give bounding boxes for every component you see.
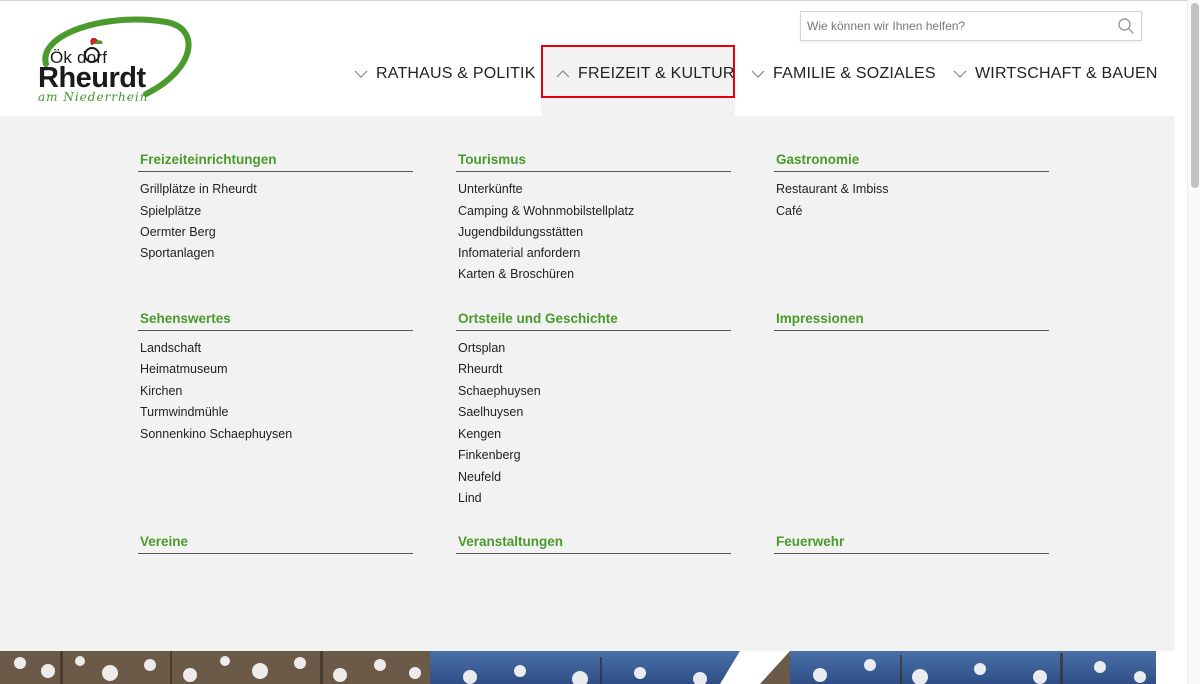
search-input[interactable] <box>801 12 1101 40</box>
section-heading-gastronomie[interactable]: Gastronomie <box>776 152 859 167</box>
logo-script-text: am Niederrhein <box>38 90 149 104</box>
site-logo[interactable]: Ök dorf Rheurdt am Niederrhein <box>36 14 196 106</box>
menu-link[interactable]: Oermter Berg <box>140 225 216 239</box>
menu-link[interactable]: Spielplätze <box>140 204 201 218</box>
section-heading-feuerwehr[interactable]: Feuerwehr <box>776 534 844 549</box>
menu-link[interactable]: Restaurant & Imbiss <box>776 182 889 196</box>
menu-link[interactable]: Infomaterial anfordern <box>458 246 580 260</box>
nav-item-rathaus-politik[interactable]: RATHAUS & POLITIK <box>354 60 536 88</box>
logo-big-text: Rheurdt <box>38 62 146 94</box>
menu-link[interactable]: Kengen <box>458 427 501 441</box>
menu-link[interactable]: Karten & Broschüren <box>458 267 574 281</box>
section-heading-freizeiteinrichtungen[interactable]: Freizeiteinrichtungen <box>140 152 277 167</box>
menu-link[interactable]: Lind <box>458 491 482 505</box>
nav-active-highlight <box>541 45 735 98</box>
menu-link[interactable]: Kirchen <box>140 384 182 398</box>
search-box <box>800 11 1142 41</box>
nav-item-label: FAMILIE & SOZIALES <box>773 65 936 82</box>
nav-item-familie-soziales[interactable]: FAMILIE & SOZIALES <box>751 60 936 88</box>
section-heading-veranstaltungen[interactable]: Veranstaltungen <box>458 534 563 549</box>
menu-link[interactable]: Rheurdt <box>458 362 502 376</box>
hero-image <box>0 651 1156 684</box>
menu-link[interactable]: Landschaft <box>140 341 201 355</box>
scrollbar-thumb[interactable] <box>1191 3 1199 188</box>
section-divider <box>456 330 731 331</box>
section-divider <box>138 171 413 172</box>
menu-link[interactable]: Saelhuysen <box>458 405 523 419</box>
chevron-down-icon <box>751 70 765 78</box>
section-divider <box>138 553 413 554</box>
chevron-down-icon <box>354 70 368 78</box>
section-heading-ortsteile-geschichte[interactable]: Ortsteile und Geschichte <box>458 311 618 326</box>
menu-link[interactable]: Sonnenkino Schaephuysen <box>140 427 292 441</box>
section-divider <box>774 171 1049 172</box>
section-divider <box>774 553 1049 554</box>
nav-item-label: RATHAUS & POLITIK <box>376 65 536 82</box>
section-divider <box>456 553 731 554</box>
section-heading-impressionen[interactable]: Impressionen <box>776 311 864 326</box>
menu-link[interactable]: Ortsplan <box>458 341 505 355</box>
nav-item-label: WIRTSCHAFT & BAUEN <box>975 65 1158 82</box>
menu-link[interactable]: Finkenberg <box>458 448 521 462</box>
section-heading-sehenswertes[interactable]: Sehenswertes <box>140 311 231 326</box>
section-divider <box>456 171 731 172</box>
menu-link[interactable]: Sportanlagen <box>140 246 214 260</box>
menu-link[interactable]: Jugendbildungsstätten <box>458 225 583 239</box>
menu-link[interactable]: Camping & Wohnmobilstellplatz <box>458 204 634 218</box>
section-divider <box>774 330 1049 331</box>
menu-link[interactable]: Grillplätze in Rheurdt <box>140 182 257 196</box>
menu-link[interactable]: Schaephuysen <box>458 384 541 398</box>
chevron-down-icon <box>953 70 967 78</box>
section-heading-tourismus[interactable]: Tourismus <box>458 152 526 167</box>
nav-item-wirtschaft-bauen[interactable]: WIRTSCHAFT & BAUEN <box>953 60 1158 88</box>
section-heading-vereine[interactable]: Vereine <box>140 534 188 549</box>
menu-link[interactable]: Turmwindmühle <box>140 405 228 419</box>
menu-link[interactable]: Heimatmuseum <box>140 362 228 376</box>
search-icon[interactable] <box>1117 17 1135 35</box>
section-divider <box>138 330 413 331</box>
menu-link[interactable]: Café <box>776 204 802 218</box>
menu-link[interactable]: Neufeld <box>458 470 501 484</box>
menu-link[interactable]: Unterkünfte <box>458 182 523 196</box>
page-scrollbar[interactable] <box>1187 0 1200 684</box>
top-border <box>0 0 1200 1</box>
